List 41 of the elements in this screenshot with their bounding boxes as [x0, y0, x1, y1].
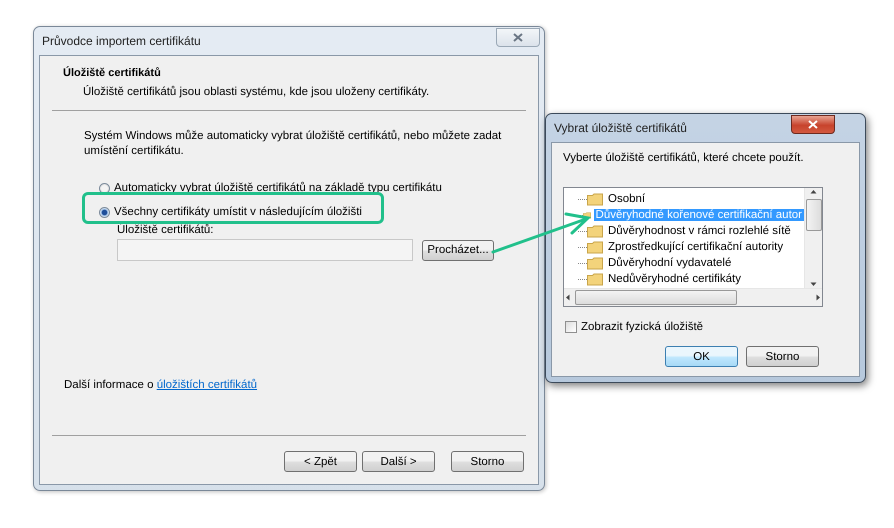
window-title: Vybrat úložiště certifikátů	[554, 121, 687, 135]
dialog-button[interactable]: Storno	[746, 346, 819, 367]
folder-icon	[587, 224, 603, 238]
folder-icon	[587, 240, 603, 254]
radio-button[interactable]	[99, 206, 110, 218]
scroll-left-icon[interactable]	[564, 294, 571, 301]
close-icon	[808, 120, 818, 128]
folder-icon	[587, 256, 603, 270]
tree-item[interactable]: Důvěryhodnost v rámci rozlehlé sítě	[606, 225, 793, 237]
scroll-up-icon[interactable]	[810, 188, 817, 195]
browse-button[interactable]: Procházet...	[422, 240, 494, 260]
page-subtitle: Úložiště certifikátů jsou oblasti systému, kde jsou uloženy certifikáty.	[82, 86, 430, 98]
scroll-thumb[interactable]	[806, 199, 822, 231]
tree-item[interactable]: Zprostředkující certifikační autority	[606, 241, 786, 253]
tree-item[interactable]: Osobní	[606, 193, 648, 205]
folder-icon	[587, 272, 603, 286]
vertical-scrollbar[interactable]	[804, 188, 822, 288]
page-heading: Úložiště certifikátů	[63, 67, 162, 79]
info-link[interactable]: úložištích certifikátů	[156, 379, 258, 391]
wizard-button[interactable]: Storno	[451, 451, 524, 472]
dialog-button[interactable]: OK	[665, 346, 738, 367]
store-field[interactable]	[117, 239, 413, 261]
intro-text: Systém Windows může automaticky vybrat úložiště certifikátů, nebo můžete zadat umístění certifikátu.	[84, 129, 502, 159]
radio-label: Všechny certifikáty umístit v následujícím úložišti	[114, 206, 362, 218]
radio-button[interactable]	[99, 182, 110, 194]
field-label: Úložiště certifikátů:	[117, 224, 215, 236]
tree-item[interactable]: Důvěryhodní vydavatelé	[606, 257, 734, 269]
window-title: Průvodce importem certifikátu	[42, 34, 201, 48]
checkbox-label: Zobrazit fyzická úložiště	[581, 321, 704, 333]
scroll-right-icon[interactable]	[815, 294, 822, 301]
wizard-button[interactable]: Další >	[362, 451, 435, 472]
horizontal-scrollbar[interactable]	[564, 288, 822, 306]
info-text: Další informace o úložištích certifikátů	[64, 379, 258, 391]
checkbox[interactable]	[565, 321, 577, 333]
tree-item[interactable]: Nedůvěryhodné certifikáty	[606, 273, 743, 285]
scroll-thumb[interactable]	[575, 290, 737, 305]
close-icon	[513, 32, 523, 42]
close-button[interactable]	[791, 114, 835, 134]
prompt-text: Vyberte úložiště certifikátů, které chcete použít.	[563, 152, 805, 164]
folder-icon	[587, 192, 603, 206]
wizard-button[interactable]: < Zpět	[284, 451, 357, 472]
